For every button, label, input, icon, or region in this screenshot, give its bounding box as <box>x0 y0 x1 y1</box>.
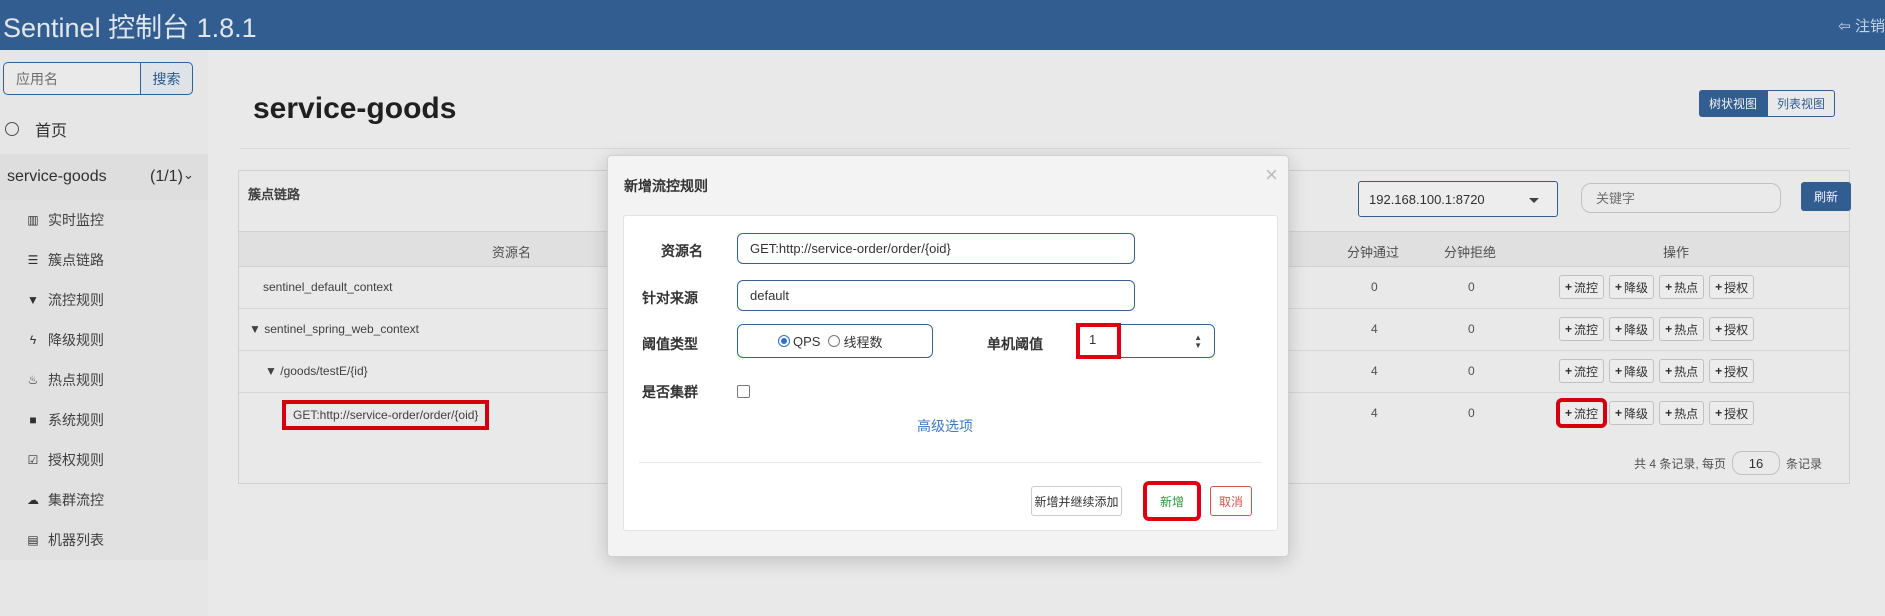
cluster-label: 是否集群 <box>642 384 698 400</box>
radio-label: QPS <box>793 333 821 349</box>
threshold-input[interactable]: 1 <box>1076 323 1121 359</box>
dialog-title: 新增流控规则 <box>624 178 708 194</box>
radio-unchecked-icon <box>828 335 841 347</box>
close-icon[interactable]: × <box>1265 162 1278 188</box>
footer-divider <box>639 462 1261 463</box>
add-flow-rule-dialog: 新增流控规则 × 资源名 GET:http://service-order/or… <box>607 155 1289 557</box>
radio-qps[interactable]: QPS <box>778 334 820 349</box>
cluster-checkbox[interactable] <box>737 385 750 398</box>
advanced-options-link[interactable]: 高级选项 <box>917 416 973 436</box>
cancel-button[interactable]: 取消 <box>1210 486 1252 516</box>
resource-label: 资源名 <box>661 243 703 259</box>
spinner-icon[interactable]: ▲ ▼ <box>1194 334 1202 350</box>
dialog-body: 资源名 GET:http://service-order/order/{oid}… <box>623 215 1278 531</box>
threshold-stepper: 1 ▲ ▼ <box>1076 323 1215 359</box>
grade-label: 阈值类型 <box>642 336 698 352</box>
resource-input[interactable]: GET:http://service-order/order/{oid} <box>737 233 1135 264</box>
origin-label: 针对来源 <box>642 290 698 306</box>
add-and-continue-button[interactable]: 新增并继续添加 <box>1031 486 1122 516</box>
grade-radio-group: QPS 线程数 <box>737 324 933 358</box>
threshold-label: 单机阈值 <box>987 336 1043 352</box>
radio-checked-icon <box>778 335 790 347</box>
radio-threads[interactable]: 线程数 <box>828 332 882 351</box>
origin-input[interactable]: default <box>737 280 1135 311</box>
radio-label: 线程数 <box>843 334 883 350</box>
add-button[interactable]: 新增 <box>1143 481 1201 521</box>
